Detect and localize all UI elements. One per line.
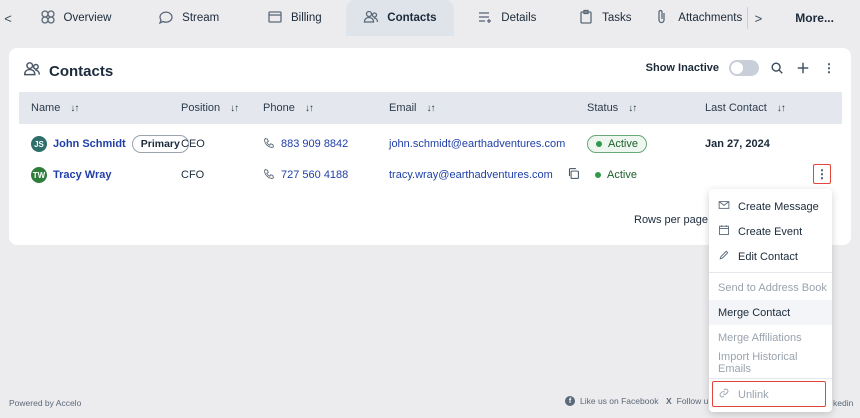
position-cell: CEO [181, 138, 205, 150]
powered-by-text: Powered by Accelo [9, 398, 82, 408]
phone-cell: 727 560 4188 [263, 160, 348, 190]
add-icon[interactable] [795, 60, 811, 76]
x-follow-link[interactable]: X Follow u [666, 396, 708, 406]
show-inactive-label: Show Inactive [645, 62, 719, 74]
sort-icon: ↓↑ [304, 102, 314, 114]
tab-scroll-right-button[interactable]: > [748, 0, 770, 36]
position-cell: CFO [181, 169, 205, 181]
menu-divider [709, 272, 832, 273]
attachments-icon [654, 9, 670, 28]
copy-icon[interactable] [567, 167, 580, 183]
contacts-icon [23, 60, 41, 82]
tab-contacts[interactable]: Contacts [345, 0, 454, 36]
overview-icon [40, 9, 56, 28]
facebook-icon: f [565, 396, 575, 406]
status-dot [596, 141, 602, 147]
menu-divider [709, 378, 832, 379]
avatar: TW [31, 167, 47, 183]
unlink-highlight [712, 381, 826, 407]
name-cell: JS John Schmidt Primary [31, 129, 189, 159]
phone-icon [263, 168, 275, 183]
tab-label: Billing [290, 12, 322, 24]
tab-details[interactable]: Details [454, 0, 560, 36]
column-header-position[interactable]: Position ↓↑ [181, 92, 239, 124]
tab-bar: < Overview Stream Billing Contacts Detai… [0, 0, 860, 36]
menu-item-import-historical-emails[interactable]: Import Historical Emails [709, 350, 832, 375]
billing-icon [267, 9, 283, 28]
tab-label: Stream [182, 12, 220, 24]
status-cell: Active [587, 129, 647, 159]
mail-icon [718, 199, 730, 214]
tab-label: Details [501, 12, 537, 24]
tab-billing[interactable]: Billing [243, 0, 346, 36]
phone-link[interactable]: 883 909 8842 [281, 138, 348, 150]
email-link[interactable]: john.schmidt@earthadventures.com [389, 138, 565, 150]
sort-icon: ↓↑ [70, 102, 79, 114]
rows-per-page-label: Rows per page: [634, 214, 712, 226]
status-badge: Active [587, 167, 645, 183]
column-header-status[interactable]: Status ↓↑ [587, 92, 637, 124]
facebook-link[interactable]: f Like us on Facebook [565, 396, 658, 406]
tab-label: Contacts [387, 12, 437, 24]
stream-icon [158, 9, 174, 28]
column-header-email[interactable]: Email ↓↑ [389, 92, 436, 124]
email-cell: john.schmidt@earthadventures.com [389, 129, 565, 159]
status-cell: Active [587, 160, 645, 190]
show-inactive-toggle[interactable] [729, 60, 759, 76]
tab-label: Attachments [678, 12, 743, 24]
tab-label: Tasks [602, 12, 632, 24]
status-dot [595, 172, 601, 178]
tasks-icon [578, 9, 594, 28]
contact-name-link[interactable]: John Schmidt [53, 138, 126, 150]
tab-label: Overview [63, 12, 112, 24]
table-row[interactable]: JS John Schmidt Primary CEO 883 909 8842… [19, 129, 842, 159]
more-options-icon[interactable]: ⋮ [821, 60, 837, 76]
column-header-phone[interactable]: Phone ↓↑ [263, 92, 314, 124]
tab-attachments[interactable]: Attachments [650, 0, 747, 36]
column-header-last-contact[interactable]: Last Contact ↓↑ [705, 92, 786, 124]
column-header-name[interactable]: Name ↓↑ [31, 92, 79, 124]
last-contact-cell: Jan 27, 2024 [705, 138, 770, 150]
tab-tasks[interactable]: Tasks [560, 0, 650, 36]
menu-item-send-to-address-book[interactable]: Send to Address Book [709, 275, 832, 300]
details-icon [477, 9, 493, 28]
sort-icon: ↓↑ [628, 102, 637, 114]
calendar-icon [718, 224, 730, 239]
row-actions-button[interactable]: ⋮ [813, 164, 831, 184]
contacts-icon [363, 9, 379, 28]
sort-icon: ↓↑ [230, 102, 239, 114]
x-icon: X [666, 396, 672, 406]
contact-name-link[interactable]: Tracy Wray [53, 169, 112, 181]
menu-item-edit-contact[interactable]: Edit Contact [709, 244, 832, 269]
card-toolbar: Show Inactive ⋮ [646, 60, 837, 76]
tab-overview[interactable]: Overview [16, 0, 135, 36]
row-actions-menu: Create Message Create Event Edit Contact… [709, 189, 832, 412]
sort-icon: ↓↑ [426, 102, 436, 114]
sort-icon: ↓↑ [776, 102, 786, 114]
menu-item-create-event[interactable]: Create Event [709, 219, 832, 244]
menu-item-merge-contact[interactable]: Merge Contact [709, 300, 832, 325]
pencil-icon [718, 249, 730, 264]
avatar: JS [31, 136, 47, 152]
tab-stream[interactable]: Stream [135, 0, 243, 36]
tab-scroll-left-button[interactable]: < [0, 0, 16, 36]
email-cell: tracy.wray@earthadventures.com [389, 160, 580, 190]
page-title: Contacts [49, 62, 114, 80]
table-row[interactable]: TW Tracy Wray CFO 727 560 4188 tracy.wra… [19, 160, 842, 190]
table-header: Name ↓↑ Position ↓↑ Phone ↓↑ Email ↓↑ Status… [19, 92, 842, 124]
menu-item-merge-affiliations[interactable]: Merge Affiliations [709, 325, 832, 350]
search-icon[interactable] [769, 60, 785, 76]
linkedin-link[interactable]: kedin [833, 398, 853, 408]
name-cell: TW Tracy Wray [31, 160, 112, 190]
card-header: Contacts [23, 60, 113, 82]
status-badge: Active [587, 135, 647, 153]
menu-item-create-message[interactable]: Create Message [709, 194, 832, 219]
email-link[interactable]: tracy.wray@earthadventures.com [389, 169, 553, 181]
phone-cell: 883 909 8842 [263, 129, 348, 159]
more-tabs-button[interactable]: More... [769, 0, 860, 36]
phone-link[interactable]: 727 560 4188 [281, 169, 348, 181]
phone-icon [263, 137, 275, 152]
